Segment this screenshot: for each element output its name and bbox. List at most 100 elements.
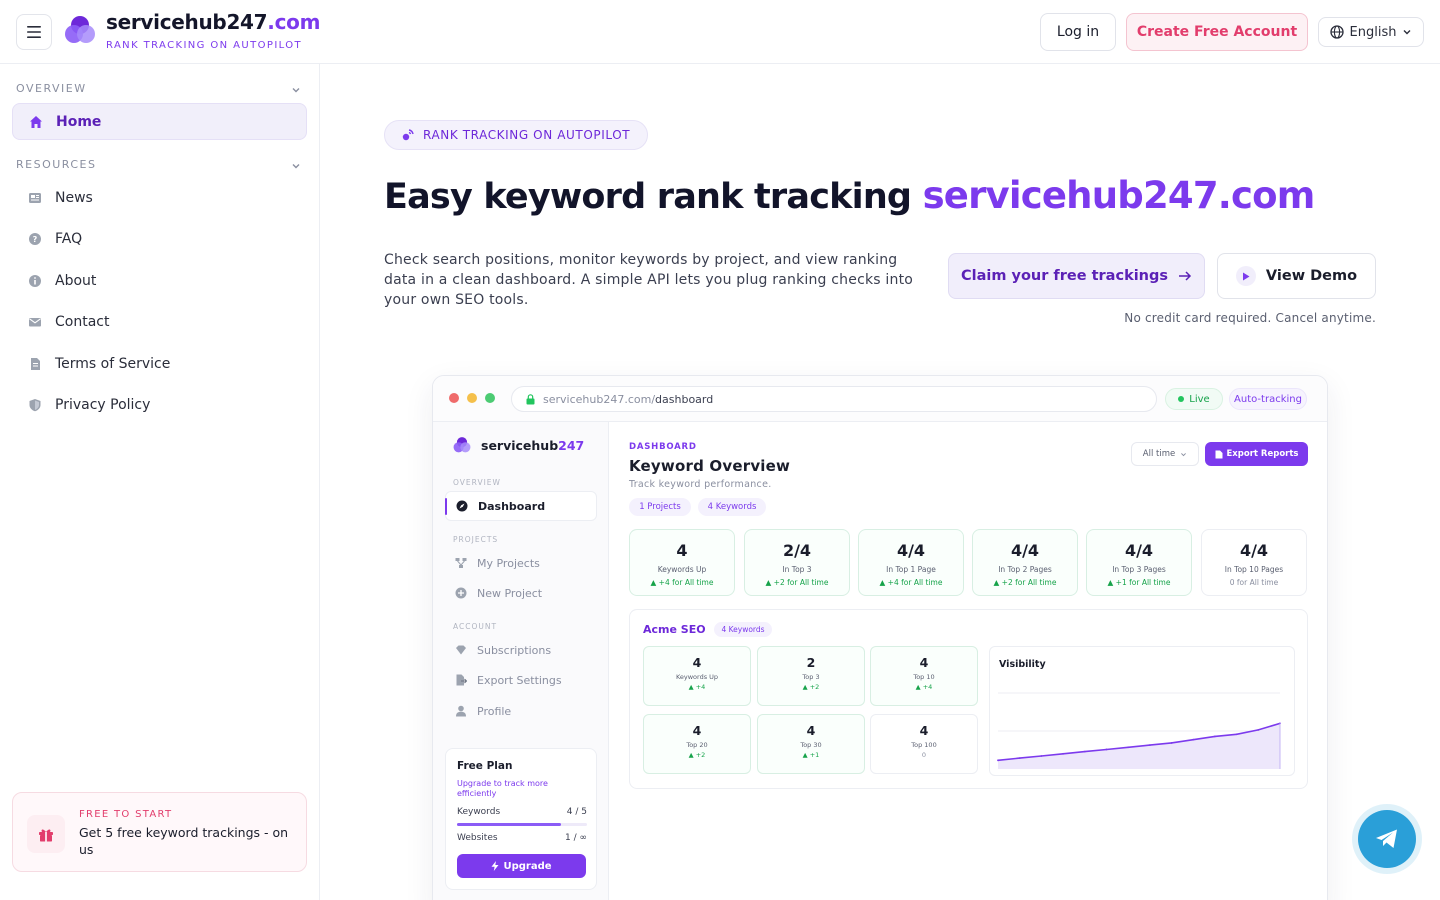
project-keywords-chip: 4 Keywords xyxy=(714,622,772,637)
sidebar-item-news[interactable]: News xyxy=(12,179,307,216)
chevron-down-icon[interactable] xyxy=(290,160,302,172)
mock-nav-export-settings: Export Settings xyxy=(445,665,597,695)
visibility-chart xyxy=(997,692,1281,769)
free-plan-card: Free Plan Upgrade to track more efficien… xyxy=(445,748,597,890)
dashboard-subtitle: Track keyword performance. xyxy=(629,479,772,490)
sidebar-item-contact[interactable]: Contact xyxy=(12,303,307,340)
chevron-down-icon[interactable] xyxy=(290,84,302,96)
compass-icon xyxy=(456,500,468,512)
chart-point xyxy=(1257,729,1260,731)
sidebar-item-about[interactable]: About xyxy=(12,262,307,299)
stat-card: 4 Keywords Up ▲ +4 for All time xyxy=(629,529,735,596)
mock-brand-name: servicehub247 xyxy=(481,438,585,453)
file-export-icon xyxy=(455,674,467,686)
plan-keywords-row: Keywords 4 / 5 xyxy=(457,807,587,817)
sidebar-item-privacy[interactable]: Privacy Policy xyxy=(12,386,307,423)
keywords-progress-bar xyxy=(457,823,587,826)
close-dot-icon xyxy=(449,393,459,403)
sidebar-item-faq[interactable]: ? FAQ xyxy=(12,220,307,257)
sidebar-item-home[interactable]: Home xyxy=(12,103,307,140)
resources-section-label: RESOURCES xyxy=(16,158,97,171)
hero-headline: Easy keyword rank tracking servicehub247… xyxy=(384,174,1315,217)
globe-icon xyxy=(1329,25,1344,39)
hero-headline-accent: servicehub247.com xyxy=(922,174,1316,217)
user-icon xyxy=(455,705,467,717)
export-reports-button: Export Reports xyxy=(1205,442,1308,466)
maximize-dot-icon xyxy=(485,393,495,403)
plan-websites-row: Websites 1 / ∞ xyxy=(457,833,587,843)
keywords-progress-fill xyxy=(457,823,561,826)
satellite-icon xyxy=(402,129,414,141)
brand-logo-icon xyxy=(453,437,471,453)
chart-point xyxy=(1105,748,1108,751)
language-label: English xyxy=(1349,24,1397,40)
promo-label: FREE TO START xyxy=(79,809,173,820)
arrow-right-icon xyxy=(1179,271,1192,281)
project-stat: 4 Top 30 ▲ +1 xyxy=(757,714,865,774)
sitemap-icon xyxy=(455,557,467,569)
mock-account-label: ACCOUNT xyxy=(453,622,498,631)
time-filter-select: All time xyxy=(1131,442,1199,466)
mock-nav-dashboard: Dashboard xyxy=(445,491,597,521)
brand-name[interactable]: servicehub247.com xyxy=(106,10,320,34)
stat-card: 2/4 In Top 3 ▲ +2 for All time xyxy=(744,529,850,596)
top-bar: servicehub247.com RANK TRACKING ON AUTOP… xyxy=(0,0,1440,64)
sidebar-item-label: Contact xyxy=(55,313,110,330)
project-stat: 4 Top 100 0 xyxy=(870,714,978,774)
sidebar-item-terms[interactable]: Terms of Service xyxy=(12,345,307,382)
minimize-dot-icon xyxy=(467,393,477,403)
menu-toggle-button[interactable] xyxy=(16,14,52,50)
no-credit-card-note: No credit card required. Cancel anytime. xyxy=(1124,311,1376,325)
mail-icon xyxy=(27,314,43,330)
login-button[interactable]: Log in xyxy=(1040,13,1116,51)
stat-card: 4/4 In Top 2 Pages ▲ +2 for All time xyxy=(972,529,1078,596)
sidebar-item-label: News xyxy=(55,189,93,206)
chart-point xyxy=(1018,757,1021,760)
plus-circle-icon xyxy=(455,587,467,599)
plan-subtitle: Upgrade to track more efficiently xyxy=(457,779,548,798)
browser-toolbar: servicehub247.com/dashboard Live Auto-tr… xyxy=(433,376,1327,422)
telegram-chat-button[interactable] xyxy=(1358,810,1416,868)
chart-point xyxy=(1040,755,1043,757)
promo-text: Get 5 free keyword trackings - on us xyxy=(79,825,289,857)
mock-overview-label: OVERVIEW xyxy=(453,478,501,487)
document-icon xyxy=(27,356,43,372)
live-dot-icon xyxy=(1178,396,1185,402)
brand-tagline: RANK TRACKING ON AUTOPILOT xyxy=(106,40,303,51)
bolt-icon xyxy=(491,861,499,871)
create-account-button[interactable]: Create Free Account xyxy=(1126,13,1308,51)
dashboard-label: DASHBOARD xyxy=(629,442,697,452)
gem-icon xyxy=(455,644,467,656)
url-bar: servicehub247.com/dashboard xyxy=(511,386,1157,412)
chevron-down-icon xyxy=(1403,30,1411,35)
live-status-badge: Live xyxy=(1165,388,1223,410)
mock-projects-label: PROJECTS xyxy=(453,535,499,544)
dashboard-title: Keyword Overview xyxy=(629,457,791,475)
play-icon xyxy=(1235,266,1256,286)
sidebar-item-label: Privacy Policy xyxy=(55,396,151,413)
chart-point xyxy=(1148,744,1151,747)
brand-logo-icon[interactable] xyxy=(64,14,96,46)
upgrade-button: Upgrade xyxy=(457,854,586,878)
mock-nav-subscriptions: Subscriptions xyxy=(445,635,597,665)
mock-nav-profile: Profile xyxy=(445,696,597,726)
hero-badge: RANK TRACKING ON AUTOPILOT xyxy=(384,120,648,150)
overview-section-label: OVERVIEW xyxy=(16,82,87,95)
chevron-down-icon xyxy=(1181,452,1187,456)
projects-count-chip: 1 Projects xyxy=(629,498,691,516)
language-selector[interactable]: English xyxy=(1318,17,1424,47)
free-trial-promo[interactable]: FREE TO START Get 5 free keyword trackin… xyxy=(12,792,307,872)
svg-text:?: ? xyxy=(33,235,38,244)
stat-card: 4/4 In Top 1 Page ▲ +4 for All time xyxy=(858,529,964,596)
gift-icon xyxy=(27,815,65,853)
hero-badge-label: RANK TRACKING ON AUTOPILOT xyxy=(423,128,631,142)
mock-main: DASHBOARD Keyword Overview Track keyword… xyxy=(609,422,1327,900)
view-demo-button[interactable]: View Demo xyxy=(1217,253,1376,299)
mock-sidebar: servicehub247 OVERVIEW Dashboard PROJECT… xyxy=(433,422,609,900)
claim-free-trackings-button[interactable]: Claim your free trackings xyxy=(948,253,1205,299)
chart-point xyxy=(1214,735,1216,738)
chart-point xyxy=(1235,733,1238,736)
visibility-chart-card: Visibility xyxy=(989,646,1295,776)
home-icon xyxy=(28,114,44,130)
auto-tracking-badge: Auto-tracking xyxy=(1229,388,1307,410)
